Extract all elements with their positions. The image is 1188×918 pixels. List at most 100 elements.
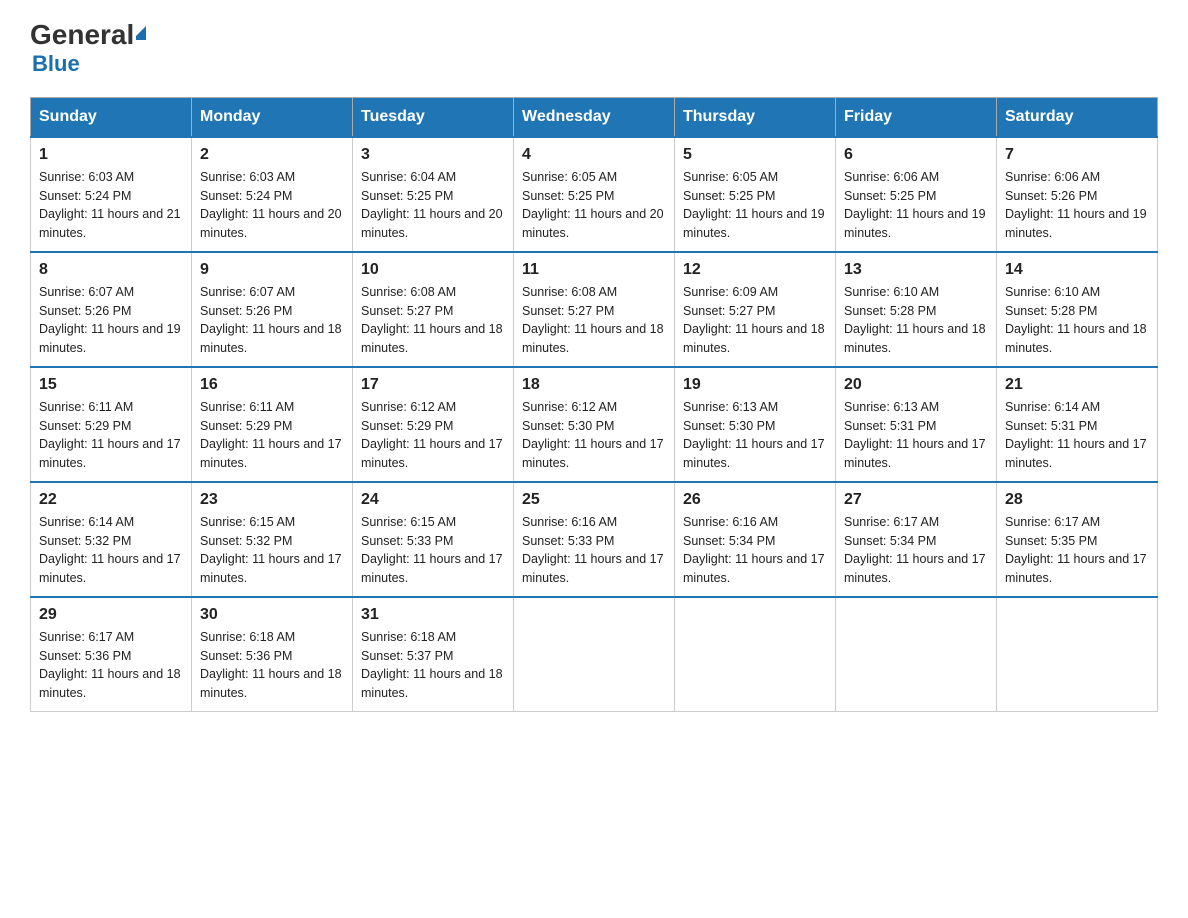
day-info: Sunrise: 6:05 AMSunset: 5:25 PMDaylight:… (522, 168, 666, 243)
calendar-cell (514, 597, 675, 712)
calendar-cell: 1 Sunrise: 6:03 AMSunset: 5:24 PMDaylight… (31, 137, 192, 252)
week-row-3: 15Sunrise: 6:11 AMSunset: 5:29 PMDayligh… (31, 367, 1158, 482)
day-number: 4 (522, 146, 666, 164)
weekday-header-friday: Friday (836, 97, 997, 137)
calendar-cell: 14Sunrise: 6:10 AMSunset: 5:28 PMDayligh… (997, 252, 1158, 367)
day-number: 16 (200, 376, 344, 394)
calendar-cell: 31 Sunrise: 6:18 AMSunset: 5:37 PMDayligh… (353, 597, 514, 712)
day-number: 19 (683, 376, 827, 394)
day-info: Sunrise: 6:04 AMSunset: 5:25 PMDaylight:… (361, 168, 505, 243)
day-info: Sunrise: 6:18 AMSunset: 5:37 PMDaylight:… (361, 628, 505, 703)
calendar-cell: 17 Sunrise: 6:12 AMSunset: 5:29 PMDayligh… (353, 367, 514, 482)
day-info: Sunrise: 6:09 AMSunset: 5:27 PMDaylight:… (683, 283, 827, 358)
day-number: 29 (39, 606, 183, 624)
logo-general: General (30, 20, 146, 51)
weekday-header-thursday: Thursday (675, 97, 836, 137)
day-info: Sunrise: 6:07 AMSunset: 5:26 PMDaylight:… (200, 283, 344, 358)
day-info: Sunrise: 6:15 AMSunset: 5:33 PMDaylight:… (361, 513, 505, 588)
day-number: 1 (39, 146, 183, 164)
day-number: 28 (1005, 491, 1149, 509)
day-info: Sunrise: 6:06 AMSunset: 5:25 PMDaylight:… (844, 168, 988, 243)
calendar-cell: 27Sunrise: 6:17 AMSunset: 5:34 PMDayligh… (836, 482, 997, 597)
week-row-2: 8 Sunrise: 6:07 AMSunset: 5:26 PMDaylight… (31, 252, 1158, 367)
day-number: 8 (39, 261, 183, 279)
day-number: 25 (522, 491, 666, 509)
day-number: 17 (361, 376, 505, 394)
calendar-cell: 23 Sunrise: 6:15 AMSunset: 5:32 PMDayligh… (192, 482, 353, 597)
calendar-cell (675, 597, 836, 712)
day-number: 24 (361, 491, 505, 509)
day-info: Sunrise: 6:13 AMSunset: 5:31 PMDaylight:… (844, 398, 988, 473)
day-info: Sunrise: 6:17 AMSunset: 5:36 PMDaylight:… (39, 628, 183, 703)
day-info: Sunrise: 6:17 AMSunset: 5:34 PMDaylight:… (844, 513, 988, 588)
day-info: Sunrise: 6:07 AMSunset: 5:26 PMDaylight:… (39, 283, 183, 358)
calendar-cell: 13 Sunrise: 6:10 AMSunset: 5:28 PMDayligh… (836, 252, 997, 367)
day-info: Sunrise: 6:16 AMSunset: 5:34 PMDaylight:… (683, 513, 827, 588)
calendar-cell: 15Sunrise: 6:11 AMSunset: 5:29 PMDayligh… (31, 367, 192, 482)
day-info: Sunrise: 6:10 AMSunset: 5:28 PMDaylight:… (844, 283, 988, 358)
day-number: 22 (39, 491, 183, 509)
calendar-cell: 6 Sunrise: 6:06 AMSunset: 5:25 PMDaylight… (836, 137, 997, 252)
calendar-cell: 18 Sunrise: 6:12 AMSunset: 5:30 PMDayligh… (514, 367, 675, 482)
weekday-header-wednesday: Wednesday (514, 97, 675, 137)
calendar-cell: 22 Sunrise: 6:14 AMSunset: 5:32 PMDayligh… (31, 482, 192, 597)
day-number: 5 (683, 146, 827, 164)
day-number: 31 (361, 606, 505, 624)
logo-blue: Blue (32, 51, 80, 77)
logo: General Blue (30, 20, 146, 77)
day-info: Sunrise: 6:14 AMSunset: 5:31 PMDaylight:… (1005, 398, 1149, 473)
day-info: Sunrise: 6:08 AMSunset: 5:27 PMDaylight:… (522, 283, 666, 358)
day-number: 11 (522, 261, 666, 279)
day-number: 6 (844, 146, 988, 164)
day-number: 21 (1005, 376, 1149, 394)
calendar-header-row: SundayMondayTuesdayWednesdayThursdayFrid… (31, 97, 1158, 137)
calendar-cell (997, 597, 1158, 712)
calendar-cell: 3 Sunrise: 6:04 AMSunset: 5:25 PMDaylight… (353, 137, 514, 252)
calendar-cell: 25 Sunrise: 6:16 AMSunset: 5:33 PMDayligh… (514, 482, 675, 597)
calendar-cell: 30 Sunrise: 6:18 AMSunset: 5:36 PMDayligh… (192, 597, 353, 712)
day-number: 2 (200, 146, 344, 164)
day-number: 20 (844, 376, 988, 394)
day-info: Sunrise: 6:03 AMSunset: 5:24 PMDaylight:… (39, 168, 183, 243)
weekday-header-sunday: Sunday (31, 97, 192, 137)
calendar-cell: 16Sunrise: 6:11 AMSunset: 5:29 PMDayligh… (192, 367, 353, 482)
calendar-cell: 19 Sunrise: 6:13 AMSunset: 5:30 PMDayligh… (675, 367, 836, 482)
day-info: Sunrise: 6:10 AMSunset: 5:28 PMDaylight:… (1005, 283, 1149, 358)
calendar-table: SundayMondayTuesdayWednesdayThursdayFrid… (30, 97, 1158, 712)
calendar-cell: 4 Sunrise: 6:05 AMSunset: 5:25 PMDaylight… (514, 137, 675, 252)
calendar-cell: 28 Sunrise: 6:17 AMSunset: 5:35 PMDayligh… (997, 482, 1158, 597)
day-number: 12 (683, 261, 827, 279)
day-info: Sunrise: 6:17 AMSunset: 5:35 PMDaylight:… (1005, 513, 1149, 588)
calendar-cell: 24 Sunrise: 6:15 AMSunset: 5:33 PMDayligh… (353, 482, 514, 597)
weekday-header-monday: Monday (192, 97, 353, 137)
week-row-4: 22 Sunrise: 6:14 AMSunset: 5:32 PMDayligh… (31, 482, 1158, 597)
calendar-cell: 7 Sunrise: 6:06 AMSunset: 5:26 PMDaylight… (997, 137, 1158, 252)
calendar-cell: 12 Sunrise: 6:09 AMSunset: 5:27 PMDayligh… (675, 252, 836, 367)
calendar-cell: 5Sunrise: 6:05 AMSunset: 5:25 PMDaylight… (675, 137, 836, 252)
day-info: Sunrise: 6:13 AMSunset: 5:30 PMDaylight:… (683, 398, 827, 473)
week-row-1: 1 Sunrise: 6:03 AMSunset: 5:24 PMDaylight… (31, 137, 1158, 252)
day-info: Sunrise: 6:12 AMSunset: 5:30 PMDaylight:… (522, 398, 666, 473)
day-number: 18 (522, 376, 666, 394)
day-info: Sunrise: 6:03 AMSunset: 5:24 PMDaylight:… (200, 168, 344, 243)
day-number: 9 (200, 261, 344, 279)
calendar-cell: 2 Sunrise: 6:03 AMSunset: 5:24 PMDaylight… (192, 137, 353, 252)
calendar-cell: 11 Sunrise: 6:08 AMSunset: 5:27 PMDayligh… (514, 252, 675, 367)
day-number: 7 (1005, 146, 1149, 164)
day-number: 13 (844, 261, 988, 279)
day-info: Sunrise: 6:16 AMSunset: 5:33 PMDaylight:… (522, 513, 666, 588)
day-info: Sunrise: 6:14 AMSunset: 5:32 PMDaylight:… (39, 513, 183, 588)
day-number: 30 (200, 606, 344, 624)
day-number: 26 (683, 491, 827, 509)
day-number: 3 (361, 146, 505, 164)
week-row-5: 29 Sunrise: 6:17 AMSunset: 5:36 PMDayligh… (31, 597, 1158, 712)
day-info: Sunrise: 6:15 AMSunset: 5:32 PMDaylight:… (200, 513, 344, 588)
day-number: 23 (200, 491, 344, 509)
day-number: 10 (361, 261, 505, 279)
calendar-cell: 20 Sunrise: 6:13 AMSunset: 5:31 PMDayligh… (836, 367, 997, 482)
day-info: Sunrise: 6:12 AMSunset: 5:29 PMDaylight:… (361, 398, 505, 473)
day-info: Sunrise: 6:18 AMSunset: 5:36 PMDaylight:… (200, 628, 344, 703)
day-info: Sunrise: 6:06 AMSunset: 5:26 PMDaylight:… (1005, 168, 1149, 243)
calendar-cell: 29 Sunrise: 6:17 AMSunset: 5:36 PMDayligh… (31, 597, 192, 712)
day-info: Sunrise: 6:11 AMSunset: 5:29 PMDaylight:… (39, 398, 183, 473)
